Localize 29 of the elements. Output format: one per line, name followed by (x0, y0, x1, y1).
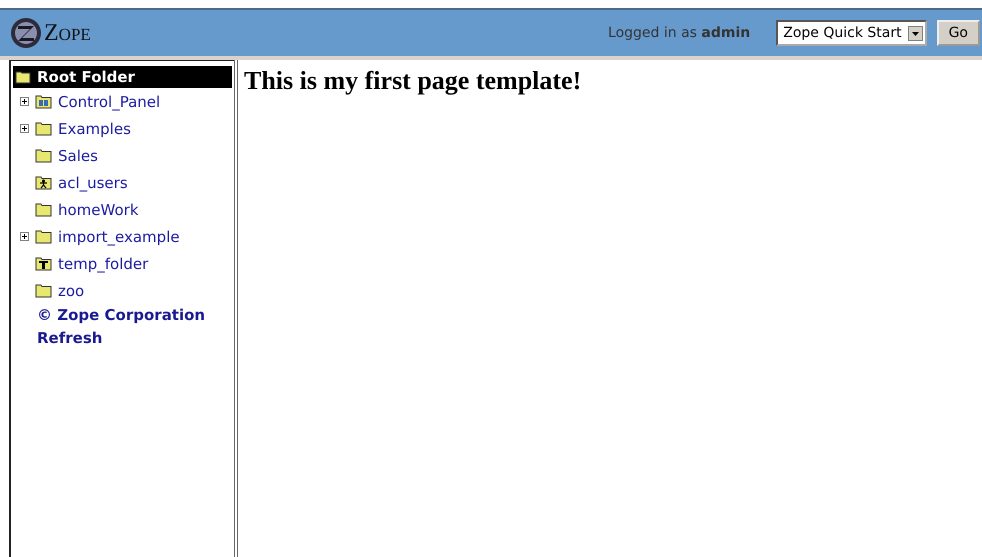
tree-item[interactable]: Control_Panel (58, 92, 160, 110)
sidebar-link[interactable]: Refresh (13, 327, 232, 350)
tree-item[interactable]: acl_users (58, 174, 128, 192)
tree-item[interactable]: Examples (58, 120, 131, 138)
expand-icon[interactable] (20, 97, 28, 106)
folder-icon (35, 283, 52, 298)
tree-item[interactable]: zoo (58, 282, 84, 300)
user-folder-icon (35, 175, 52, 190)
tree-item[interactable]: import_example (58, 228, 180, 246)
quick-start-dropdown[interactable]: Zope Quick Start (776, 20, 927, 46)
go-button[interactable]: Go (936, 20, 980, 46)
folder-icon (35, 121, 52, 136)
page-heading: This is my first page template! (244, 66, 582, 96)
expand-icon[interactable] (20, 124, 28, 133)
expand-icon[interactable] (20, 232, 28, 241)
tree-item[interactable]: Sales (58, 146, 98, 164)
temp-folder-icon (35, 256, 52, 271)
logo-text: ZOPE (44, 20, 91, 46)
folder-icon (15, 70, 31, 84)
tree-item[interactable]: homeWork (58, 200, 139, 218)
folder-icon (35, 229, 52, 244)
sidebar-link[interactable]: © Zope Corporation (13, 304, 232, 327)
logo-icon (10, 17, 42, 49)
root-folder-item[interactable]: Root Folder (13, 66, 232, 88)
folder-icon (35, 148, 52, 163)
tree-item[interactable]: temp_folder (58, 254, 148, 272)
control-panel-icon (35, 94, 52, 109)
folder-icon (35, 202, 52, 217)
login-status: Logged in as admin (608, 25, 750, 41)
